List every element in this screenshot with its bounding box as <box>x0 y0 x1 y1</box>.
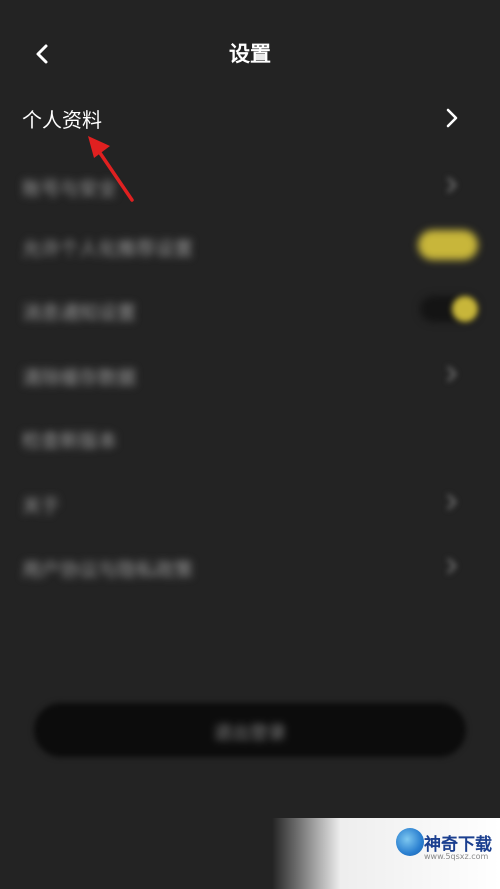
toggle-switch[interactable] <box>420 292 480 326</box>
chevron-right-icon <box>447 177 457 193</box>
toggle-switch[interactable] <box>418 230 478 260</box>
settings-item-label: 用户协议与隐私政策 <box>22 559 194 581</box>
settings-item-notifications[interactable]: 消息通知设置 <box>0 284 500 334</box>
watermark-url: www.5qsxz.com <box>424 852 489 861</box>
logout-button[interactable]: 退出登录 <box>34 703 466 757</box>
settings-item-agreement[interactable]: 用户协议与隐私政策 <box>0 541 500 591</box>
header: 设置 <box>0 0 500 100</box>
page-title: 设置 <box>229 42 271 66</box>
settings-item-label: 清除缓存数据 <box>22 367 137 389</box>
settings-screen: 设置 个人资料 账号与安全 允许个人化推荐设置 消息通知设置 清除缓存数据 检查… <box>0 0 500 889</box>
settings-item-label: 个人资料 <box>22 108 102 132</box>
logout-label: 退出登录 <box>214 723 286 744</box>
chevron-right-icon <box>447 558 457 574</box>
toggle-knob <box>452 296 478 322</box>
site-logo-icon <box>396 828 424 856</box>
settings-item-label: 消息通知设置 <box>22 302 137 324</box>
settings-item-label: 检查新版本 <box>22 430 118 452</box>
settings-item-version[interactable]: 检查新版本 <box>0 412 500 462</box>
settings-item-cache[interactable]: 清除缓存数据 <box>0 349 500 399</box>
settings-item-label: 关于 <box>22 495 61 517</box>
settings-item-account[interactable]: 账号与安全 <box>0 160 500 210</box>
settings-item-recommendation[interactable]: 允许个人化推荐设置 <box>0 220 500 270</box>
settings-item-label: 账号与安全 <box>22 178 118 200</box>
watermark: 神奇下载 www.5qsxz.com <box>272 818 500 889</box>
settings-item-label: 允许个人化推荐设置 <box>22 238 194 260</box>
chevron-right-icon <box>447 494 457 510</box>
settings-item-about[interactable]: 关于 <box>0 477 500 527</box>
chevron-right-icon <box>447 366 457 382</box>
settings-item-profile[interactable]: 个人资料 <box>0 90 500 146</box>
chevron-right-icon <box>446 108 458 128</box>
